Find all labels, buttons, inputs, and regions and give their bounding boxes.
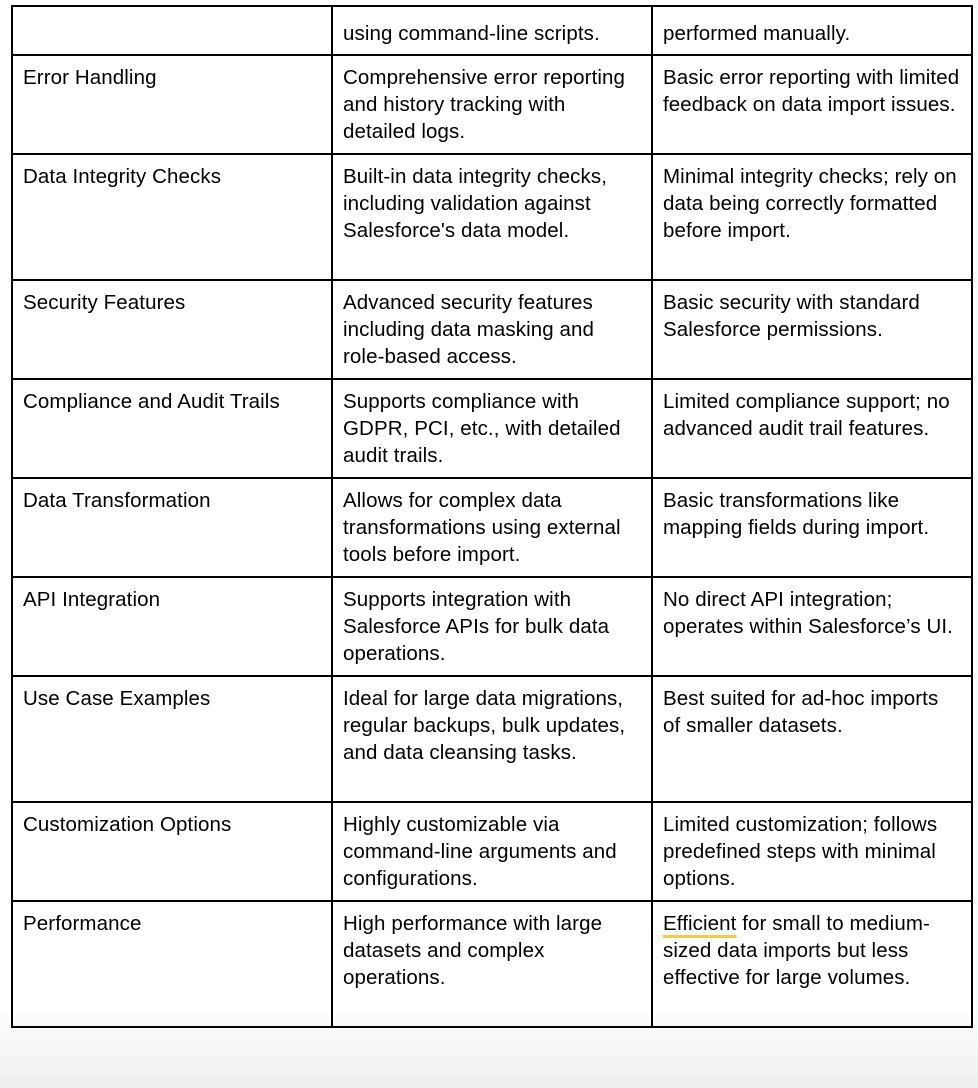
feature-cell[interactable] bbox=[11, 5, 333, 56]
tool-a-cell[interactable]: Ideal for large data migrations, regular… bbox=[331, 675, 653, 803]
feature-cell[interactable]: Customization Options bbox=[11, 801, 333, 902]
tool-b-cell[interactable]: Best suited for ad-hoc imports of smalle… bbox=[651, 675, 973, 803]
tool-b-cell[interactable]: Limited compliance support; no advanced … bbox=[651, 378, 973, 479]
tool-a-cell[interactable]: Allows for complex data transformations … bbox=[331, 477, 653, 578]
tool-b-cell[interactable]: Basic error reporting with limited feedb… bbox=[651, 54, 973, 155]
table-row: API Integration Supports integration wit… bbox=[11, 576, 973, 677]
feature-cell[interactable]: Security Features bbox=[11, 279, 333, 380]
tool-b-cell[interactable]: Basic transformations like mapping field… bbox=[651, 477, 973, 578]
table-row: Error Handling Comprehensive error repor… bbox=[11, 54, 973, 155]
tool-a-cell[interactable]: Built-in data integrity checks, includin… bbox=[331, 153, 653, 281]
feature-cell[interactable]: API Integration bbox=[11, 576, 333, 677]
spellcheck-flagged-word[interactable]: Efficient bbox=[663, 912, 736, 935]
feature-cell[interactable]: Compliance and Audit Trails bbox=[11, 378, 333, 479]
table-row: Data Integrity Checks Built-in data inte… bbox=[11, 153, 973, 281]
tool-b-cell[interactable]: Minimal integrity checks; rely on data b… bbox=[651, 153, 973, 281]
feature-cell[interactable]: Data Transformation bbox=[11, 477, 333, 578]
tool-b-cell[interactable]: performed manually. bbox=[651, 5, 973, 56]
comparison-table: using command-line scripts. performed ma… bbox=[11, 5, 973, 1028]
tool-a-cell[interactable]: using command-line scripts. bbox=[331, 5, 653, 56]
table-row: Use Case Examples Ideal for large data m… bbox=[11, 675, 973, 803]
tool-b-cell[interactable]: No direct API integration; operates with… bbox=[651, 576, 973, 677]
tool-b-cell[interactable]: Basic security with standard Salesforce … bbox=[651, 279, 973, 380]
feature-cell[interactable]: Use Case Examples bbox=[11, 675, 333, 803]
feature-cell[interactable]: Data Integrity Checks bbox=[11, 153, 333, 281]
table-row: using command-line scripts. performed ma… bbox=[11, 5, 973, 56]
tool-a-cell[interactable]: Comprehensive error reporting and histor… bbox=[331, 54, 653, 155]
tool-b-cell[interactable]: Limited customization; follows predefine… bbox=[651, 801, 973, 902]
feature-cell[interactable]: Error Handling bbox=[11, 54, 333, 155]
tool-a-cell[interactable]: Advanced security features including dat… bbox=[331, 279, 653, 380]
tool-a-cell[interactable]: Supports integration with Salesforce API… bbox=[331, 576, 653, 677]
feature-cell[interactable]: Performance bbox=[11, 900, 333, 1028]
table-row: Security Features Advanced security feat… bbox=[11, 279, 973, 380]
tool-a-cell[interactable]: Highly customizable via command-line arg… bbox=[331, 801, 653, 902]
table-row: Customization Options Highly customizabl… bbox=[11, 801, 973, 902]
table-row: Compliance and Audit Trails Supports com… bbox=[11, 378, 973, 479]
tool-a-cell[interactable]: Supports compliance with GDPR, PCI, etc.… bbox=[331, 378, 653, 479]
tool-b-cell[interactable]: Efficient for small to medium-sized data… bbox=[651, 900, 973, 1028]
table-row: Data Transformation Allows for complex d… bbox=[11, 477, 973, 578]
table-row: Performance High performance with large … bbox=[11, 900, 973, 1028]
tool-a-cell[interactable]: High performance with large datasets and… bbox=[331, 900, 653, 1028]
